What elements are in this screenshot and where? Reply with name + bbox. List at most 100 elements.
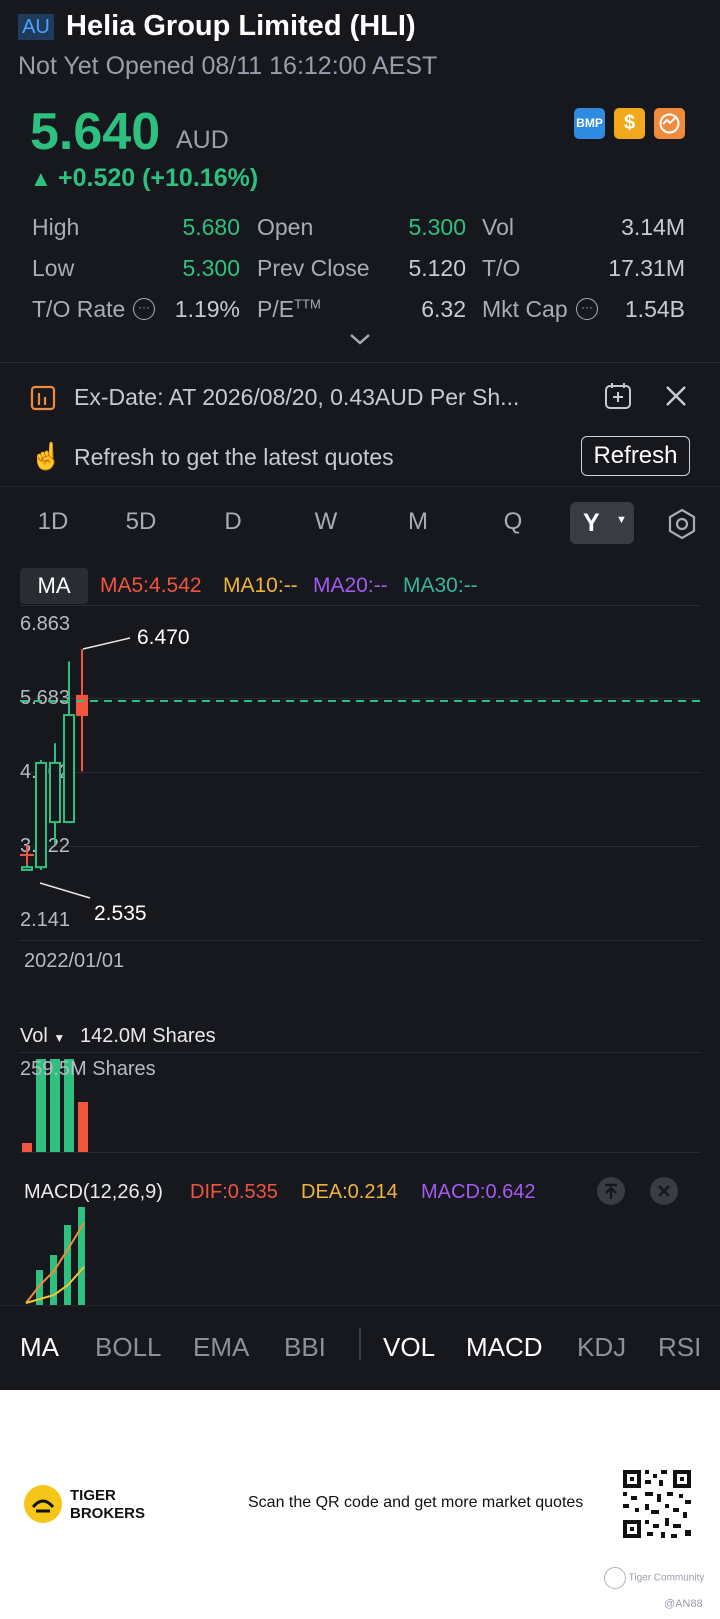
divider <box>0 1305 720 1306</box>
max-price-pointer <box>82 637 131 650</box>
period-d[interactable]: D <box>203 508 263 536</box>
ma5-legend: MA5:4.542 <box>100 574 202 597</box>
hand-tap-icon: ☝ <box>30 441 63 471</box>
macd-dif: DIF:0.535 <box>190 1181 278 1203</box>
divider <box>0 362 720 363</box>
brand-name: TIGER BROKERS <box>70 1487 146 1522</box>
macd-value: MACD:0.642 <box>421 1181 536 1203</box>
watermark: @AN88 <box>664 1598 703 1610</box>
period-y[interactable]: Y ▼ <box>570 502 634 544</box>
volume-bar <box>22 1143 32 1152</box>
dividend-icon <box>30 383 56 416</box>
turnover-value: 17.31M <box>608 255 685 281</box>
market-badge: AU <box>18 14 54 40</box>
currency-label: AUD <box>176 126 229 154</box>
to-rate-value: 1.19% <box>174 296 240 322</box>
swap-icon[interactable] <box>654 108 685 139</box>
caret-down-icon: ▼ <box>53 1031 66 1045</box>
refresh-button[interactable]: Refresh <box>581 436 690 476</box>
pin-top-icon[interactable] <box>597 1177 625 1205</box>
expand-chevron-icon[interactable] <box>348 332 372 351</box>
high-value: 5.680 <box>182 214 240 240</box>
prev-close-value: 5.120 <box>408 255 466 281</box>
prev-close-label: Prev Close <box>257 255 370 281</box>
tab-vol[interactable]: VOL <box>383 1332 435 1363</box>
min-price-label: 2.535 <box>94 902 147 925</box>
caret-down-icon: ▼ <box>616 514 627 526</box>
tab-separator <box>359 1328 361 1360</box>
divider <box>0 486 720 487</box>
volume-max-label: 259.5M Shares <box>20 1058 156 1080</box>
macd-chart <box>25 1207 85 1305</box>
candlestick-chart <box>20 637 700 899</box>
stock-title: Helia Group Limited (HLI) <box>66 10 416 42</box>
tiger-logo-icon <box>24 1485 62 1523</box>
ma20-legend: MA20:-- <box>313 574 388 597</box>
settings-icon[interactable] <box>666 508 698 545</box>
tab-ema[interactable]: EMA <box>193 1332 249 1363</box>
mkt-cap-value: 1.54B <box>624 296 685 322</box>
close-icon[interactable] <box>650 1177 678 1205</box>
grid-line <box>20 940 700 941</box>
macd-bar <box>78 1207 85 1305</box>
low-value: 5.300 <box>182 255 240 281</box>
refresh-hint: Refresh to get the latest quotes <box>74 444 394 470</box>
open-value: 5.300 <box>408 214 466 240</box>
tiger-community-logo: Tiger Community <box>604 1567 704 1589</box>
market-status: Not Yet Opened 08/11 16:12:00 AEST <box>18 52 438 80</box>
ex-date-notice[interactable]: Ex-Date: AT 2026/08/20, 0.43AUD Per Sh..… <box>74 384 519 411</box>
dollar-icon[interactable]: $ <box>614 108 645 139</box>
open-label: Open <box>257 214 314 240</box>
low-label: Low <box>32 255 75 281</box>
macd-bar <box>50 1255 57 1305</box>
candle-body <box>35 761 47 869</box>
candle-body <box>76 694 88 717</box>
qr-code[interactable] <box>621 1468 693 1540</box>
bmp-icon[interactable]: BMP <box>574 108 605 139</box>
mkt-cap-label: Mkt Cap <box>482 296 568 322</box>
macd-dea: DEA:0.214 <box>301 1181 398 1203</box>
close-icon[interactable] <box>664 384 688 413</box>
candle-body <box>21 866 33 871</box>
period-y-label: Y <box>583 509 600 537</box>
period-m[interactable]: M <box>388 508 448 536</box>
tab-boll[interactable]: BOLL <box>95 1332 162 1363</box>
high-label: High <box>32 214 80 240</box>
period-w[interactable]: W <box>296 508 356 536</box>
vol-dropdown[interactable]: Vol ▼ <box>20 1025 65 1048</box>
tab-ma[interactable]: MA <box>20 1332 59 1363</box>
macd-bar <box>64 1225 71 1305</box>
tab-kdj[interactable]: KDJ <box>577 1332 626 1363</box>
pe-superscript: TTM <box>294 296 321 312</box>
vol-label: Vol <box>482 214 514 240</box>
period-q[interactable]: Q <box>483 508 543 536</box>
tab-bbi[interactable]: BBI <box>284 1332 326 1363</box>
tab-macd[interactable]: MACD <box>466 1332 543 1363</box>
x-axis-label: 2022/01/01 <box>24 950 125 972</box>
volume-value: 142.0M Shares <box>80 1025 216 1047</box>
vol-value: 3.14M <box>621 214 685 240</box>
pe-value: 6.32 <box>421 296 466 322</box>
community-icon <box>604 1567 626 1589</box>
tab-rsi[interactable]: RSI <box>658 1332 701 1363</box>
up-arrow-icon: ▲ <box>30 166 52 191</box>
ma-selector[interactable]: MA <box>20 568 88 604</box>
ma10-legend: MA10:-- <box>223 574 298 597</box>
turnover-label: T/O <box>482 255 521 281</box>
grid-line <box>20 1052 700 1053</box>
candle-body <box>49 761 61 824</box>
add-calendar-icon[interactable] <box>604 382 632 415</box>
macd-label: MACD(12,26,9) <box>24 1181 163 1203</box>
period-5d[interactable]: 5D <box>111 508 171 536</box>
ma30-legend: MA30:-- <box>403 574 478 597</box>
candle-body <box>63 714 75 824</box>
scan-text: Scan the QR code and get more market quo… <box>248 1494 584 1511</box>
max-price-label: 6.470 <box>137 626 190 649</box>
price-change: +0.520 (+10.16%) <box>58 164 259 192</box>
last-price: 5.640 <box>30 103 161 161</box>
pe-label: P/ETTM <box>257 296 321 322</box>
volume-bar <box>78 1102 88 1152</box>
to-rate-label: T/O Rate <box>32 296 126 322</box>
period-1d[interactable]: 1D <box>23 508 83 536</box>
min-price-pointer <box>39 882 91 899</box>
